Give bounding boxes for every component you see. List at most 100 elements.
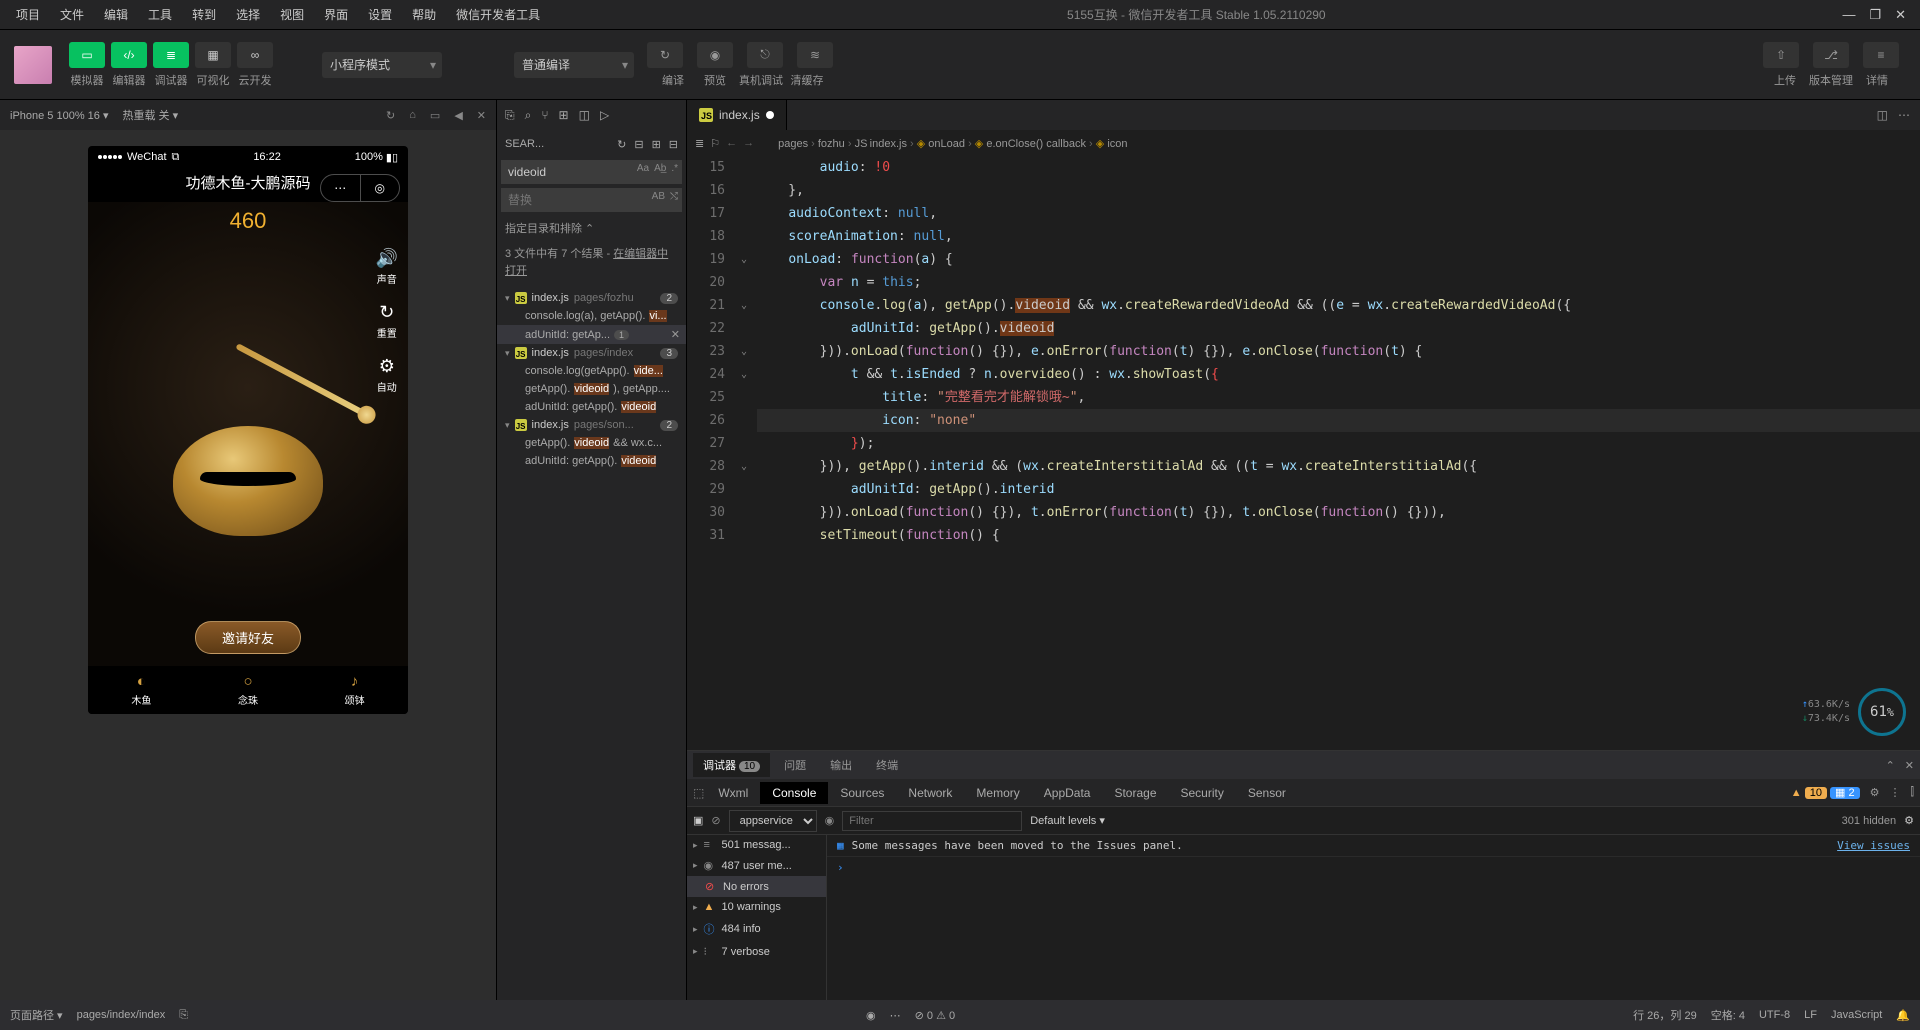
minimize-icon[interactable]: ―	[1842, 7, 1855, 23]
ext-icon[interactable]: ◫	[579, 108, 590, 122]
side-声音[interactable]: 🔊声音	[376, 248, 398, 286]
device-select[interactable]: iPhone 5 100% 16 ▾	[10, 109, 109, 122]
side-重置[interactable]: ↻重置	[376, 302, 398, 340]
clear-cache-button[interactable]: ≋	[797, 42, 833, 68]
warn-count[interactable]: 10	[1805, 787, 1827, 799]
devtab2-Storage[interactable]: Storage	[1102, 782, 1168, 804]
console-filter-msg[interactable]: ≡501 messag...	[687, 835, 826, 855]
compile-select[interactable]: 普通编译	[514, 52, 634, 78]
maximize-icon[interactable]: ❐	[1869, 7, 1881, 23]
devtab-终端[interactable]: 终端	[866, 753, 908, 777]
search-file[interactable]: JSindex.js pages/fozhu2	[497, 289, 686, 307]
issue-count[interactable]: 2	[1848, 787, 1854, 799]
filter-input[interactable]	[842, 811, 1022, 831]
regex-icon[interactable]: .*	[671, 163, 678, 174]
code-editor[interactable]: 1516171819202122232425262728293031 ⌄⌄⌄⌄⌄…	[687, 156, 1920, 750]
muyu-graphic[interactable]	[168, 406, 328, 536]
clear-search-icon[interactable]: ⊟	[634, 138, 643, 151]
search-file[interactable]: JSindex.js pages/son...2	[497, 416, 686, 434]
view-issues-link[interactable]: View issues	[1837, 839, 1910, 852]
crumb[interactable]: onLoad	[928, 138, 965, 150]
menu-视图[interactable]: 视图	[270, 2, 314, 27]
simulator-toggle[interactable]: ▭	[69, 42, 105, 68]
visual-button[interactable]: ▦	[195, 42, 231, 68]
devtab2-Sensor[interactable]: Sensor	[1236, 782, 1298, 804]
debugger-toggle[interactable]: ≣	[153, 42, 189, 68]
crumb[interactable]: e.onClose() callback	[986, 138, 1086, 150]
cloud-button[interactable]: ∞	[237, 42, 273, 68]
version-button[interactable]: ⎇	[1813, 42, 1849, 68]
upload-button[interactable]: ⇧	[1763, 42, 1799, 68]
mode-select[interactable]: 小程序模式	[322, 52, 442, 78]
capsule-close-icon[interactable]: ◎	[361, 175, 400, 201]
devtab2-Memory[interactable]: Memory	[964, 782, 1031, 804]
hot-reload-select[interactable]: 热重载 关 ▾	[123, 107, 179, 123]
preserve-case-icon[interactable]: AB	[652, 191, 665, 202]
language-status[interactable]: JavaScript	[1831, 1009, 1882, 1021]
avatar[interactable]	[14, 46, 52, 84]
menu-界面[interactable]: 界面	[314, 2, 358, 27]
menu-选择[interactable]: 选择	[226, 2, 270, 27]
console-filter-vrb[interactable]: ⁝7 verbose	[687, 941, 826, 962]
branch-icon[interactable]: ⑂	[541, 108, 548, 122]
menu-项目[interactable]: 项目	[6, 2, 50, 27]
more-icon[interactable]: ⋯	[1898, 108, 1910, 122]
crumb[interactable]: fozhu	[818, 138, 845, 150]
tab-index-js[interactable]: JS index.js	[687, 100, 787, 130]
devtab-调试器[interactable]: 调试器10	[693, 753, 770, 777]
tab-木鱼[interactable]: ◐木鱼	[88, 666, 195, 714]
context-select[interactable]: appservice	[729, 810, 817, 832]
menu-设置[interactable]: 设置	[358, 2, 402, 27]
devtab2-Console[interactable]: Console	[760, 782, 828, 804]
compile-button[interactable]: ↻	[647, 42, 683, 68]
side-自动[interactable]: ⚙自动	[376, 356, 398, 394]
devtools-collapse-icon[interactable]: ⌃	[1886, 759, 1895, 772]
search-file[interactable]: JSindex.js pages/index3	[497, 344, 686, 362]
menu-帮助[interactable]: 帮助	[402, 2, 446, 27]
search-match[interactable]: getApp().videoid && wx.c...	[497, 434, 686, 452]
replace-all-icon[interactable]: ⤭	[670, 191, 678, 202]
menu-编辑[interactable]: 编辑	[94, 2, 138, 27]
home-icon[interactable]: ⌂	[409, 109, 416, 121]
search-match[interactable]: console.log(a), getApp().vi...	[497, 307, 686, 325]
crumb[interactable]: index.js	[870, 138, 907, 150]
devtab2-AppData[interactable]: AppData	[1032, 782, 1103, 804]
devtab-问题[interactable]: 问题	[774, 753, 816, 777]
remote-debug-button[interactable]: ⎋	[747, 42, 783, 68]
devtab2-Security[interactable]: Security	[1169, 782, 1236, 804]
hidden-count[interactable]: 301 hidden	[1842, 815, 1896, 827]
search-match[interactable]: console.log(getApp().vide...	[497, 362, 686, 380]
split-icon[interactable]: ◫	[1877, 108, 1888, 122]
devtab2-Wxml[interactable]: Wxml	[706, 782, 760, 804]
run-icon[interactable]: ▷	[600, 108, 609, 122]
collapse-icon[interactable]: ⊟	[669, 138, 678, 151]
selector-icon[interactable]: ▣	[693, 814, 703, 827]
console-filter-usr[interactable]: ◉487 user me...	[687, 855, 826, 876]
console-filter-wrn[interactable]: ▲10 warnings	[687, 897, 826, 917]
word-icon[interactable]: Ab̲	[654, 163, 666, 174]
devtab-输出[interactable]: 输出	[820, 753, 862, 777]
problems-status[interactable]: ⊘ 0 ⚠ 0	[915, 1009, 955, 1022]
copy-path-icon[interactable]: ⎘	[179, 1009, 188, 1022]
page-path-value[interactable]: pages/index/index	[77, 1009, 166, 1021]
menu-工具[interactable]: 工具	[138, 2, 182, 27]
bell-icon[interactable]: 🔔	[1896, 1009, 1910, 1022]
nav-back-icon[interactable]: ←	[726, 137, 737, 149]
crumb[interactable]: pages	[778, 138, 808, 150]
crumb[interactable]: icon	[1107, 138, 1127, 150]
console-prompt[interactable]: ›	[827, 857, 1920, 878]
search-match[interactable]: getApp().videoid), getApp....	[497, 380, 686, 398]
eye-icon[interactable]: ◉	[825, 814, 835, 827]
close-icon[interactable]: ✕	[1895, 7, 1906, 23]
inspect-icon[interactable]: ⬚	[693, 786, 704, 800]
tab-念珠[interactable]: ○念珠	[195, 666, 302, 714]
eye-view-icon[interactable]: ◉	[866, 1009, 876, 1022]
preview-button[interactable]: ◉	[697, 42, 733, 68]
more-status-icon[interactable]: ⋯	[890, 1009, 901, 1022]
devtab2-Sources[interactable]: Sources	[828, 782, 896, 804]
editor-toggle[interactable]: ‹/›	[111, 42, 147, 68]
search-match[interactable]: adUnitId: getApp().videoid	[497, 398, 686, 416]
devtools-more-icon[interactable]: ⋮	[1889, 786, 1900, 799]
devtools-settings-icon[interactable]: ⚙	[1870, 786, 1880, 799]
tab-颂钵[interactable]: ♪颂钵	[301, 666, 408, 714]
